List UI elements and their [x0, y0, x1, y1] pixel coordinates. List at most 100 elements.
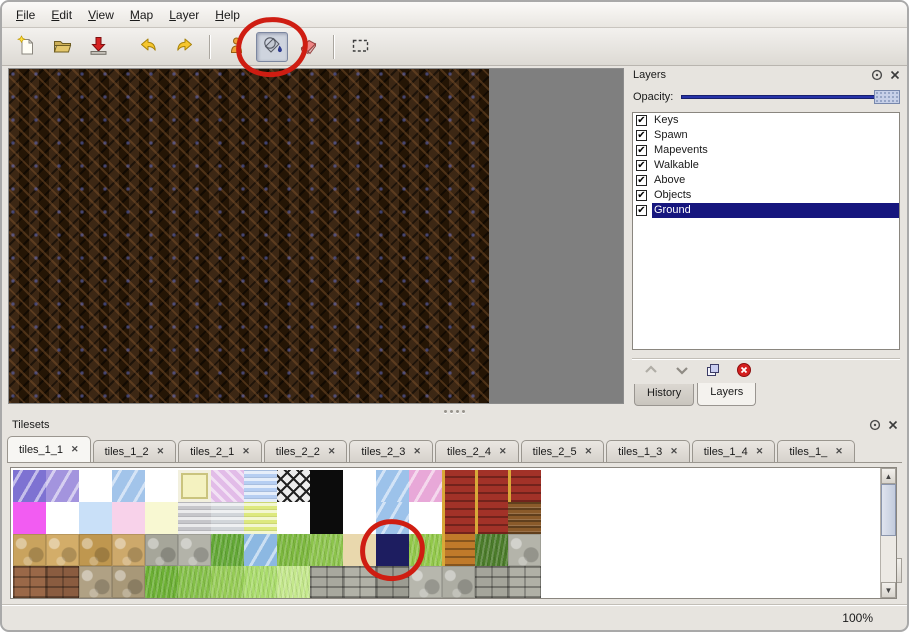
opacity-slider[interactable] [681, 88, 900, 106]
tile-1-14[interactable] [475, 502, 508, 534]
layer-visibility-checkbox[interactable]: ✔ [636, 190, 647, 201]
tile-1-15[interactable] [508, 502, 541, 534]
tile-3-15[interactable] [508, 566, 541, 598]
tile-3-12[interactable] [409, 566, 442, 598]
eraser-tool-button[interactable] [292, 32, 324, 62]
tile-3-8[interactable] [277, 566, 310, 598]
tab-close-icon[interactable]: ✕ [71, 444, 79, 455]
tileset-tab-tiles_2_4[interactable]: tiles_2_4✕ [435, 440, 519, 462]
tile-0-13[interactable] [442, 470, 475, 502]
menu-map[interactable]: Map [122, 4, 161, 26]
float-pane-icon[interactable] [870, 69, 883, 82]
tile-0-2[interactable] [79, 470, 112, 502]
tile-1-9[interactable] [310, 502, 343, 534]
tile-1-7[interactable] [244, 502, 277, 534]
tile-0-14[interactable] [475, 470, 508, 502]
tab-close-icon[interactable]: ✕ [499, 446, 507, 457]
menu-edit[interactable]: Edit [43, 4, 80, 26]
panel-tab-layers[interactable]: Layers [697, 383, 756, 406]
layer-visibility-checkbox[interactable]: ✔ [636, 115, 647, 126]
menu-layer[interactable]: Layer [161, 4, 207, 26]
tile-3-5[interactable] [178, 566, 211, 598]
layer-row-spawn[interactable]: ✔Spawn [633, 128, 899, 143]
tile-1-12[interactable] [409, 502, 442, 534]
layer-visibility-checkbox[interactable]: ✔ [636, 175, 647, 186]
tile-1-3[interactable] [112, 502, 145, 534]
tile-1-4[interactable] [145, 502, 178, 534]
tile-2-0[interactable] [13, 534, 46, 566]
tile-0-3[interactable] [112, 470, 145, 502]
tile-3-4[interactable] [145, 566, 178, 598]
tile-0-4[interactable] [145, 470, 178, 502]
map-viewport[interactable] [8, 68, 624, 404]
tile-3-11[interactable] [376, 566, 409, 598]
tile-2-1[interactable] [46, 534, 79, 566]
duplicate-layer-button[interactable] [704, 363, 722, 381]
tile-1-11[interactable] [376, 502, 409, 534]
layer-row-ground[interactable]: ✔Ground [633, 203, 899, 218]
tile-2-12[interactable] [409, 534, 442, 566]
tileset-tab-tiles_2_2[interactable]: tiles_2_2✕ [264, 440, 348, 462]
scrollbar-track[interactable] [881, 484, 896, 582]
tab-close-icon[interactable]: ✕ [756, 446, 764, 457]
tile-0-7[interactable] [244, 470, 277, 502]
tile-0-8[interactable] [277, 470, 310, 502]
float-pane-icon[interactable] [868, 419, 881, 432]
tile-0-12[interactable] [409, 470, 442, 502]
tile-3-13[interactable] [442, 566, 475, 598]
redo-button[interactable] [168, 32, 200, 62]
tile-1-10[interactable] [343, 502, 376, 534]
tile-3-6[interactable] [211, 566, 244, 598]
tile-3-14[interactable] [475, 566, 508, 598]
layer-row-keys[interactable]: ✔Keys [633, 113, 899, 128]
open-file-button[interactable] [46, 32, 78, 62]
layer-row-above[interactable]: ✔Above [633, 173, 899, 188]
scroll-up-button[interactable]: ▲ [881, 468, 896, 484]
tileset-tab-tiles_2_3[interactable]: tiles_2_3✕ [349, 440, 433, 462]
layer-visibility-checkbox[interactable]: ✔ [636, 160, 647, 171]
tile-3-7[interactable] [244, 566, 277, 598]
save-file-button[interactable] [82, 32, 114, 62]
layer-row-mapevents[interactable]: ✔Mapevents [633, 143, 899, 158]
layer-row-objects[interactable]: ✔Objects [633, 188, 899, 203]
layer-visibility-checkbox[interactable]: ✔ [636, 130, 647, 141]
tab-close-icon[interactable]: ✕ [328, 446, 336, 457]
tileset-tab-tiles_1_4[interactable]: tiles_1_4✕ [692, 440, 776, 462]
rect-select-tool-button[interactable] [344, 32, 376, 62]
tile-2-9[interactable] [310, 534, 343, 566]
layer-row-walkable[interactable]: ✔Walkable [633, 158, 899, 173]
menu-file[interactable]: File [8, 4, 43, 26]
menu-view[interactable]: View [80, 4, 122, 26]
tile-3-3[interactable] [112, 566, 145, 598]
tile-2-13[interactable] [442, 534, 475, 566]
tile-3-9[interactable] [310, 566, 343, 598]
menu-help[interactable]: Help [207, 4, 248, 26]
move-layer-up-button[interactable] [642, 363, 660, 381]
tile-2-14[interactable] [475, 534, 508, 566]
tileset-tab-tiles_1_2[interactable]: tiles_1_2✕ [93, 440, 177, 462]
tile-2-5[interactable] [178, 534, 211, 566]
tileset-tab-tiles_2_1[interactable]: tiles_2_1✕ [178, 440, 262, 462]
tile-2-15[interactable] [508, 534, 541, 566]
tile-1-1[interactable] [46, 502, 79, 534]
tile-0-5[interactable] [178, 470, 211, 502]
close-pane-icon[interactable] [886, 419, 899, 432]
map-canvas[interactable] [9, 69, 489, 403]
tile-0-10[interactable] [343, 470, 376, 502]
tab-close-icon[interactable]: ✕ [670, 446, 678, 457]
delete-layer-button[interactable] [735, 363, 753, 381]
tile-3-1[interactable] [46, 566, 79, 598]
tileset-tab-tiles_1_1[interactable]: tiles_1_1✕ [7, 436, 91, 462]
fill-tool-button[interactable] [256, 32, 288, 62]
tile-2-4[interactable] [145, 534, 178, 566]
tile-0-1[interactable] [46, 470, 79, 502]
tile-1-0[interactable] [13, 502, 46, 534]
panel-tab-history[interactable]: History [634, 384, 694, 406]
tile-2-6[interactable] [211, 534, 244, 566]
scrollbar-thumb[interactable] [881, 484, 896, 536]
tile-3-10[interactable] [343, 566, 376, 598]
tab-close-icon[interactable]: ✕ [157, 446, 165, 457]
scroll-down-button[interactable]: ▼ [881, 582, 896, 598]
tile-1-6[interactable] [211, 502, 244, 534]
tile-3-0[interactable] [13, 566, 46, 598]
